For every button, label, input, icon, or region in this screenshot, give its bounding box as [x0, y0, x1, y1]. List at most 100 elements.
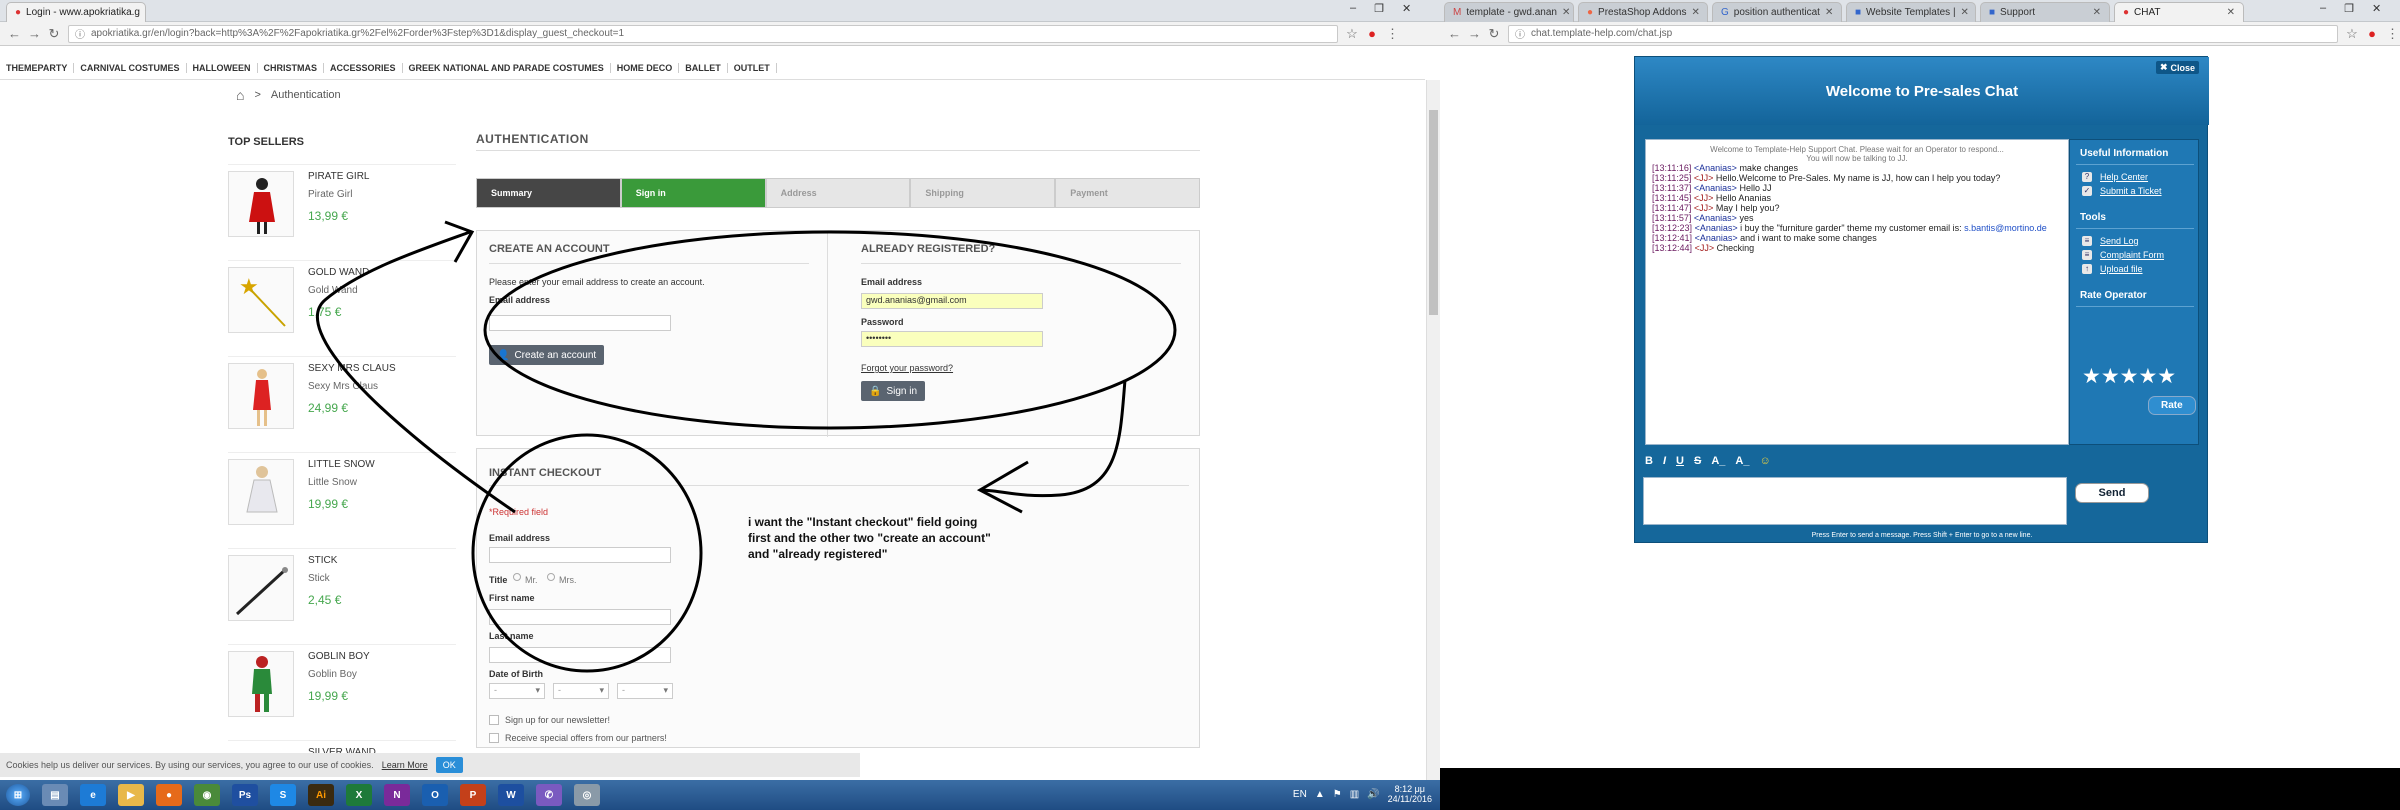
- message-input[interactable]: [1643, 477, 2067, 525]
- complaint-form-link[interactable]: Complaint Form: [2100, 250, 2164, 260]
- tab[interactable]: ● PrestaShop Addons ✕: [1578, 2, 1708, 22]
- powerpoint-icon[interactable]: P: [460, 784, 486, 806]
- chat-log: Welcome to Template-Help Support Chat. P…: [1645, 139, 2069, 445]
- annotation-arrowhead-down: [976, 460, 1029, 514]
- chat-sidebar: Useful Information ? Help Center ✓ Submi…: [2069, 139, 2199, 445]
- tray-arrow-icon[interactable]: ▲: [1315, 789, 1325, 800]
- flag-icon[interactable]: ⚑: [1333, 789, 1342, 800]
- app-icon[interactable]: ◎: [574, 784, 600, 806]
- gmail-icon: M: [1453, 7, 1462, 18]
- photoshop-icon[interactable]: Ps: [232, 784, 258, 806]
- clock[interactable]: 8:12 μμ 24/11/2016: [1388, 784, 1432, 804]
- chrome-icon[interactable]: ◉: [194, 784, 220, 806]
- network-icon[interactable]: ▥: [1350, 789, 1359, 800]
- annotation-arrow-up: [315, 230, 516, 514]
- chat-message: [13:12:23] <Ananias> i buy the "furnitur…: [1652, 223, 2047, 233]
- chat-message: [13:12:44] <JJ> Checking: [1652, 243, 1755, 253]
- rating-stars[interactable]: ★★★★★: [2082, 364, 2176, 389]
- background-color-icon[interactable]: A_: [1735, 455, 1749, 467]
- close-icon[interactable]: ✕: [1961, 7, 1969, 18]
- chat-header: Welcome to Pre-sales Chat ✖ Close: [1635, 57, 2209, 125]
- cookie-banner: Cookies help us deliver our services. By…: [0, 753, 860, 777]
- excel-icon[interactable]: X: [346, 784, 372, 806]
- text-color-icon[interactable]: A_: [1711, 455, 1725, 467]
- menu-icon[interactable]: ⋮: [2386, 26, 2399, 42]
- bold-icon[interactable]: B: [1645, 455, 1653, 467]
- tab[interactable]: Mtemplate - gwd.anan ✕: [1444, 2, 1574, 22]
- star-icon[interactable]: ☆: [2346, 26, 2358, 42]
- prestashop-icon: ●: [1587, 7, 1594, 18]
- internet-explorer-icon[interactable]: e: [80, 784, 106, 806]
- tools-heading: Tools: [2080, 212, 2106, 223]
- google-icon: G: [1721, 7, 1729, 18]
- tab[interactable]: Gposition authenticat ✕: [1712, 2, 1842, 22]
- tab[interactable]: ■ Website Templates | ✕: [1846, 2, 1976, 22]
- outlook-icon[interactable]: O: [422, 784, 448, 806]
- close-chat-button[interactable]: ✖ Close: [2155, 61, 2199, 74]
- close-icon[interactable]: ✕: [1691, 7, 1699, 18]
- ticket-icon: ✓: [2082, 186, 2092, 196]
- system-message: Welcome to Template-Help Support Chat. P…: [1710, 145, 2004, 154]
- media-player-icon[interactable]: ▶: [118, 784, 144, 806]
- illustrator-icon[interactable]: Ai: [308, 784, 334, 806]
- format-toolbar: B I U S A_ A_ ☺: [1645, 455, 1771, 467]
- annotation-ellipse-instant: [471, 433, 703, 673]
- opera-icon[interactable]: ●: [2366, 26, 2378, 41]
- send-button[interactable]: Send: [2075, 483, 2149, 503]
- language-indicator[interactable]: EN: [1293, 789, 1307, 800]
- cookie-ok-button[interactable]: OK: [435, 757, 463, 773]
- maximize-icon[interactable]: ❐: [2344, 2, 2354, 15]
- explorer-icon[interactable]: ▤: [42, 784, 68, 806]
- tab-chat[interactable]: ● CHAT ✕: [2114, 2, 2244, 22]
- left-browser-window: ● Login - www.apokriatika.g ✕ – ❐ ✕ ← → …: [0, 0, 1440, 780]
- viber-icon[interactable]: ✆: [536, 784, 562, 806]
- close-icon[interactable]: ✕: [2227, 7, 2235, 18]
- close-icon[interactable]: ✕: [1562, 7, 1570, 18]
- reload-icon[interactable]: ↻: [1488, 26, 1500, 42]
- word-icon[interactable]: W: [498, 784, 524, 806]
- minimize-icon[interactable]: –: [2320, 2, 2326, 15]
- cookie-text: Cookies help us deliver our services. By…: [6, 760, 374, 770]
- help-center-icon: ?: [2082, 172, 2092, 182]
- chat-message: [13:11:16] <Ananias> make changes: [1652, 163, 1798, 173]
- submit-ticket-link[interactable]: Submit a Ticket: [2100, 186, 2162, 196]
- rate-button[interactable]: Rate: [2148, 396, 2196, 415]
- useful-info-heading: Useful Information: [2080, 148, 2169, 159]
- url-field[interactable]: ⓘ chat.template-help.com/chat.jsp: [1508, 24, 2338, 43]
- skype-icon[interactable]: S: [270, 784, 296, 806]
- volume-icon[interactable]: 🔊: [1367, 789, 1379, 800]
- underline-icon[interactable]: U: [1676, 455, 1684, 467]
- chat-title: Welcome to Pre-sales Chat: [1825, 82, 2019, 100]
- window-controls: – ❐ ✕: [2320, 2, 2381, 15]
- help-center-link[interactable]: Help Center: [2100, 172, 2148, 182]
- chat-message: [13:11:47] <JJ> May I help you?: [1652, 203, 1780, 213]
- close-window-icon[interactable]: ✕: [2372, 2, 2381, 15]
- close-icon[interactable]: ✕: [2093, 7, 2101, 18]
- forward-icon[interactable]: →: [1468, 26, 1481, 41]
- chat-message: [13:12:41] <Ananias> and i want to make …: [1652, 233, 1877, 243]
- close-icon: ✖: [2159, 62, 2168, 72]
- strikethrough-icon[interactable]: S: [1694, 455, 1701, 467]
- start-button-icon[interactable]: ⊞: [6, 784, 30, 806]
- send-log-link[interactable]: Send Log: [2100, 236, 2139, 246]
- italic-icon[interactable]: I: [1663, 455, 1666, 467]
- firefox-icon[interactable]: ●: [156, 784, 182, 806]
- scrollbar-thumb[interactable]: [1429, 110, 1438, 315]
- close-icon[interactable]: ✕: [1825, 7, 1833, 18]
- onenote-icon[interactable]: N: [384, 784, 410, 806]
- email-link[interactable]: s.bantis@mortino.de: [1964, 223, 2047, 233]
- tab-bar: Mtemplate - gwd.anan ✕ ● PrestaShop Addons…: [1440, 0, 2400, 22]
- input-hint: Press Enter to send a message. Press Shi…: [1811, 532, 2033, 539]
- chat-message: [13:11:57] <Ananias> yes: [1652, 213, 1754, 223]
- divider: [2076, 164, 2194, 165]
- divider: [2076, 228, 2194, 229]
- upload-icon: ↑: [2082, 264, 2092, 274]
- info-icon: ⓘ: [1515, 30, 1525, 41]
- chat-message: [13:11:45] <JJ> Hello Ananias: [1652, 193, 1771, 203]
- tab[interactable]: ■ Support ✕: [1980, 2, 2110, 22]
- learn-more-link[interactable]: Learn More: [382, 760, 428, 770]
- back-icon[interactable]: ←: [1448, 26, 1461, 41]
- site-icon: ■: [1989, 7, 1996, 18]
- upload-file-link[interactable]: Upload file: [2100, 264, 2143, 274]
- smiley-icon[interactable]: ☺: [1759, 455, 1770, 467]
